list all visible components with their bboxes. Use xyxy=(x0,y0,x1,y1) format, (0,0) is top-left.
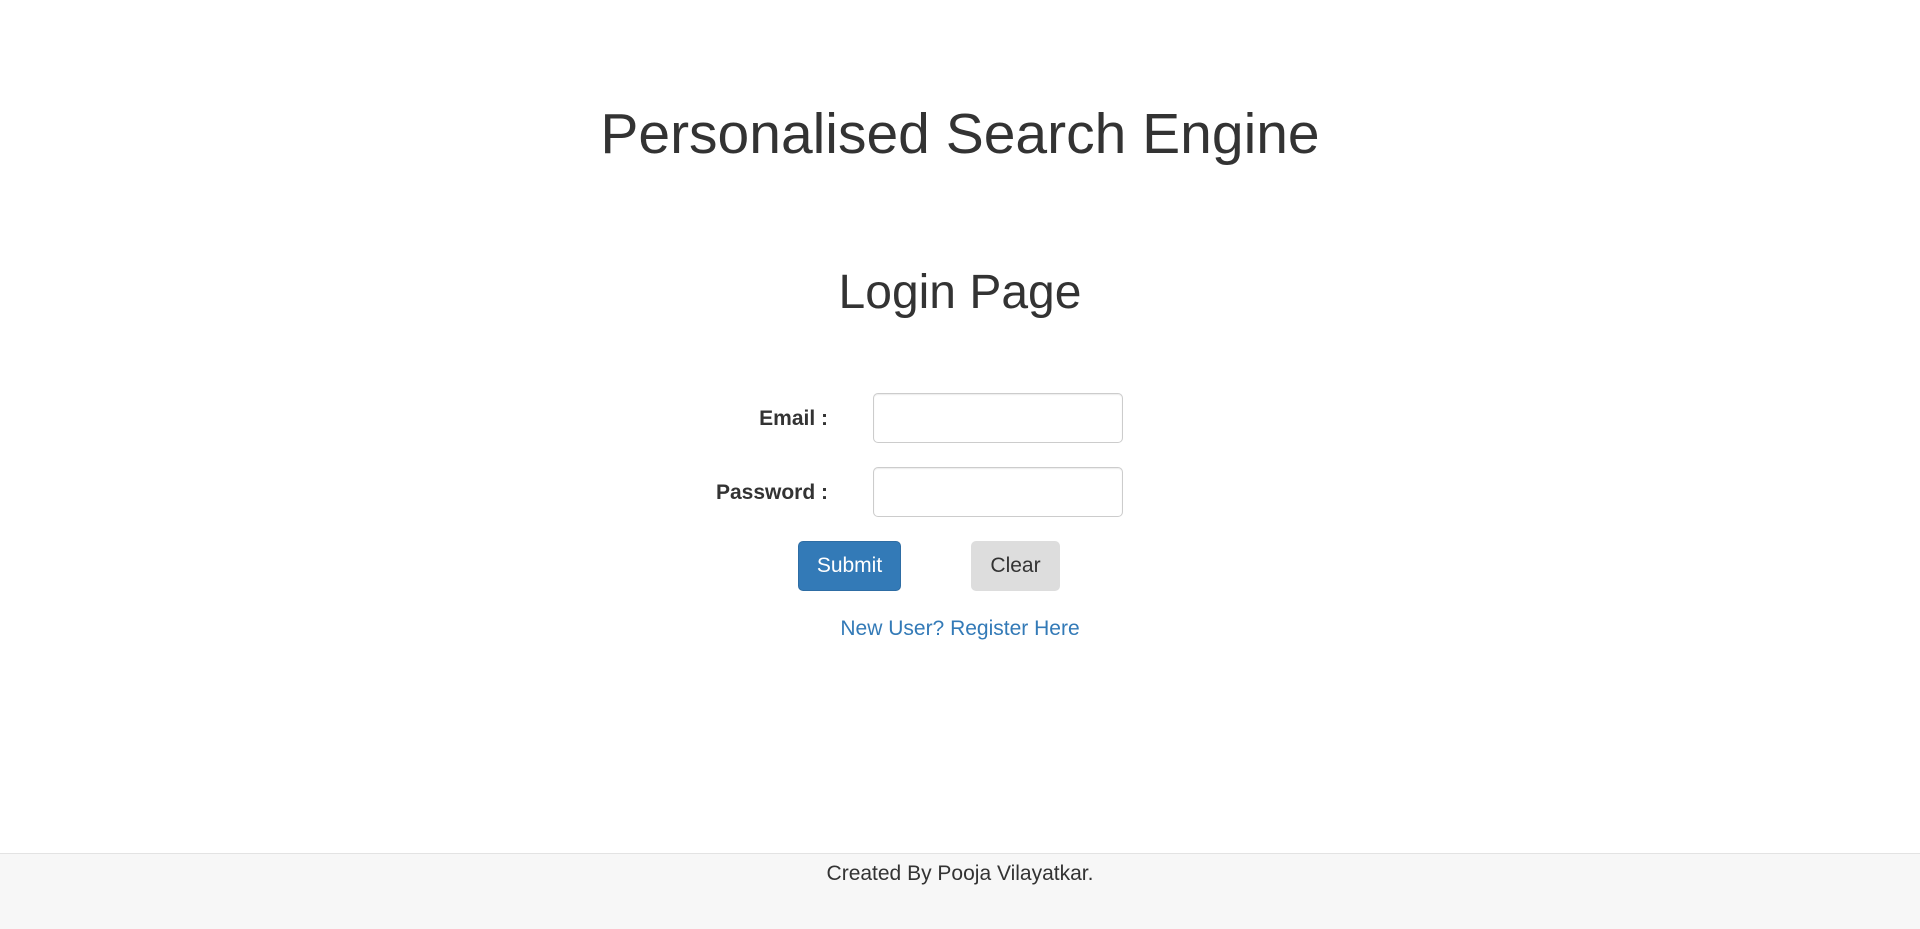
password-field[interactable] xyxy=(873,467,1123,517)
login-page: Personalised Search Engine Login Page Em… xyxy=(0,0,1920,929)
submit-button[interactable]: Submit xyxy=(798,541,901,591)
clear-button[interactable]: Clear xyxy=(971,541,1060,591)
footer: Created By Pooja Vilayatkar. xyxy=(0,853,1920,929)
register-link-row: New User? Register Here xyxy=(0,615,1920,643)
register-link[interactable]: New User? Register Here xyxy=(840,617,1079,640)
email-field[interactable] xyxy=(873,393,1123,443)
email-label: Email : xyxy=(759,407,828,430)
site-title: Personalised Search Engine xyxy=(600,102,1320,166)
page-heading: Login Page xyxy=(838,266,1082,319)
password-label: Password : xyxy=(715,481,828,504)
footer-credit: Created By Pooja Vilayatkar. xyxy=(826,862,1094,885)
